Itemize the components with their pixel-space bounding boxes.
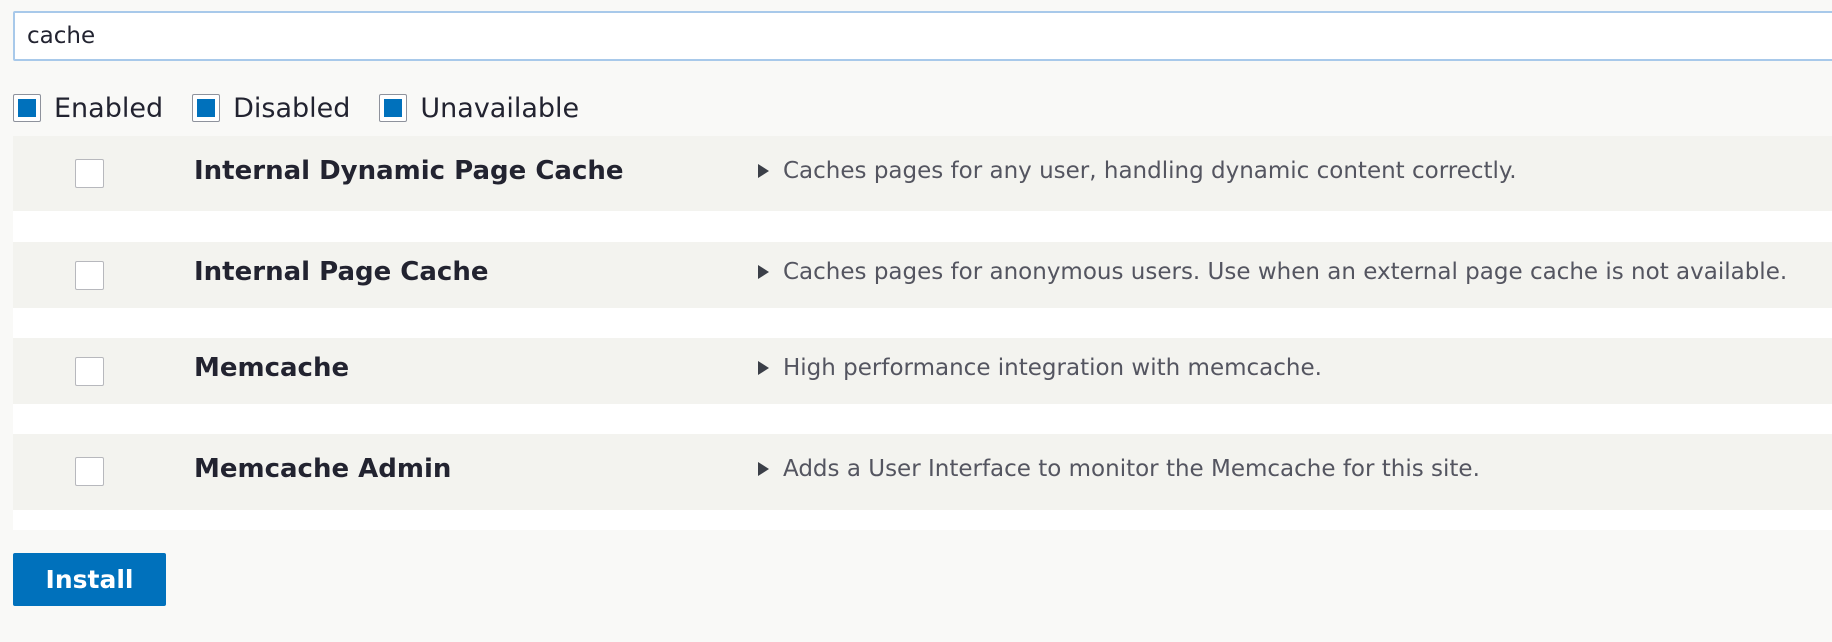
checked-indicator — [18, 99, 36, 117]
module-description: Caches pages for anonymous users. Use wh… — [783, 259, 1788, 285]
module-description: Caches pages for any user, handling dyna… — [783, 158, 1517, 184]
checked-indicator — [384, 99, 403, 117]
module-description-toggle[interactable]: Adds a User Interface to monitor the Mem… — [758, 456, 1480, 482]
module-description-toggle[interactable]: Caches pages for any user, handling dyna… — [758, 158, 1517, 184]
extend-page: Enabled Disabled Unavailable Internal Dy… — [0, 0, 1832, 642]
status-filters: Enabled Disabled Unavailable — [13, 92, 608, 124]
module-row-memcache: Memcache High performance integration wi… — [13, 338, 1832, 404]
module-row-memcache-admin: Memcache Admin Adds a User Interface to … — [13, 434, 1832, 510]
module-checkbox[interactable] — [75, 357, 104, 386]
expand-triangle-icon — [758, 462, 769, 476]
checked-indicator — [197, 99, 216, 117]
module-row-dynamic-page-cache: Internal Dynamic Page Cache Caches pages… — [13, 136, 1832, 211]
filter-unavailable-label: Unavailable — [420, 92, 580, 124]
module-description: High performance integration with memcac… — [783, 355, 1322, 381]
module-name: Memcache — [194, 353, 350, 383]
module-description: Adds a User Interface to monitor the Mem… — [783, 456, 1480, 482]
filter-unavailable[interactable]: Unavailable — [379, 93, 579, 124]
module-description-toggle[interactable]: High performance integration with memcac… — [758, 355, 1322, 381]
install-button[interactable]: Install — [13, 553, 166, 606]
filter-unavailable-checkbox[interactable] — [379, 94, 408, 122]
filter-enabled-checkbox[interactable] — [13, 94, 41, 122]
module-name: Internal Dynamic Page Cache — [194, 156, 624, 186]
module-name: Internal Page Cache — [194, 257, 489, 287]
expand-triangle-icon — [758, 265, 769, 279]
module-name: Memcache Admin — [194, 454, 452, 484]
filter-disabled-label: Disabled — [233, 92, 351, 124]
expand-triangle-icon — [758, 361, 769, 375]
filter-enabled-label: Enabled — [54, 92, 164, 124]
filter-disabled[interactable]: Disabled — [192, 93, 350, 124]
module-row-page-cache: Internal Page Cache Caches pages for ano… — [13, 242, 1832, 308]
module-description-toggle[interactable]: Caches pages for anonymous users. Use wh… — [758, 259, 1787, 285]
module-search-input[interactable] — [13, 11, 1832, 61]
expand-triangle-icon — [758, 164, 769, 178]
filter-disabled-checkbox[interactable] — [192, 94, 221, 122]
module-checkbox[interactable] — [75, 261, 104, 290]
module-checkbox[interactable] — [75, 457, 104, 486]
module-checkbox[interactable] — [75, 159, 104, 188]
filter-enabled[interactable]: Enabled — [13, 93, 163, 124]
module-table: Internal Dynamic Page Cache Caches pages… — [13, 136, 1832, 530]
